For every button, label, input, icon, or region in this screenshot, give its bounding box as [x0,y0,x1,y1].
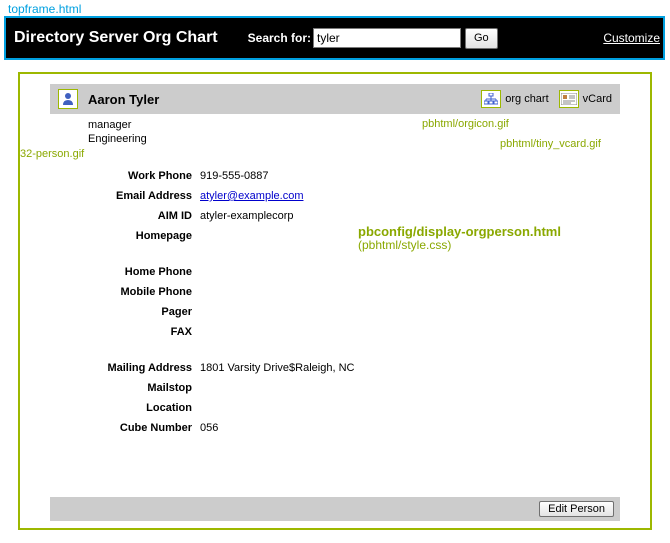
value-email[interactable]: atyler@example.com [200,190,303,202]
value-workphone: 919-555-0887 [200,170,269,182]
person-dept: Engineering [88,132,620,146]
label-fax: FAX [50,326,200,338]
value-cube: 056 [200,422,218,434]
customize-link[interactable]: Customize [603,31,660,45]
person-subinfo: manager Engineering [50,118,620,146]
vcard-link[interactable]: vCard [583,93,612,105]
person-name: Aaron Tyler [88,92,159,107]
orgchart-icon[interactable] [481,90,501,108]
label-mailing: Mailing Address [50,362,200,374]
go-button[interactable]: Go [465,28,498,49]
person-header: Aaron Tyler org chart [50,84,620,114]
label-workphone: Work Phone [50,170,200,182]
value-aim: atyler-examplecorp [200,210,294,222]
edit-person-button[interactable]: Edit Person [539,501,614,517]
label-cube: Cube Number [50,422,200,434]
topbar: Directory Server Org Chart Search for: G… [6,18,664,58]
search-label: Search for: [248,31,311,45]
label-aim: AIM ID [50,210,200,222]
bottom-bar: Edit Person [50,497,620,521]
label-mobile: Mobile Phone [50,286,200,298]
label-homephone: Home Phone [50,266,200,278]
label-pager: Pager [50,306,200,318]
person-title: manager [88,118,620,132]
fields: Work Phone919-555-0887 Email Addressatyl… [50,166,620,438]
search-input[interactable] [313,28,461,48]
app-title: Directory Server Org Chart [14,29,218,47]
orgchart-link[interactable]: org chart [505,93,548,105]
vcard-icon[interactable] [559,90,579,108]
person-icon [58,89,78,109]
content-area: Aaron Tyler org chart [20,72,650,531]
value-mailing: 1801 Varsity Drive$Raleigh, NC [200,362,354,374]
label-location: Location [50,402,200,414]
label-email: Email Address [50,190,200,202]
label-mailstop: Mailstop [50,382,200,394]
annotation-topframe: topframe.html [8,2,81,16]
label-homepage: Homepage [50,230,200,242]
